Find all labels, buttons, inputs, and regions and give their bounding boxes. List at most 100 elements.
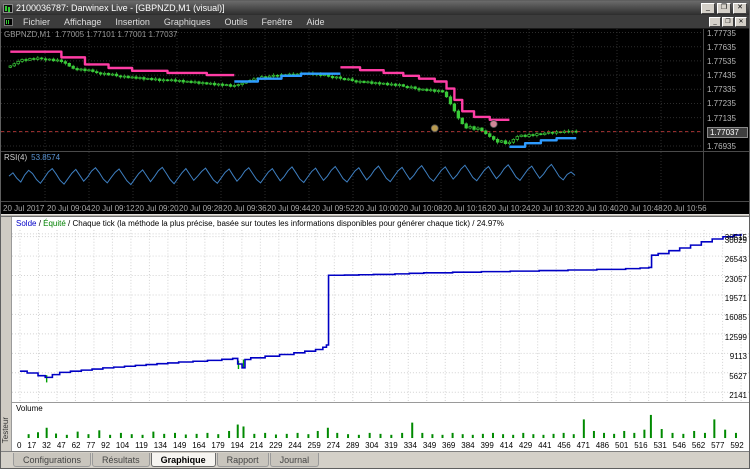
time-label: 20 Jul 10:00 <box>355 204 399 213</box>
menu-items: FichierAffichageInsertionGraphiquesOutil… <box>16 17 332 27</box>
tab-graphique[interactable]: Graphique <box>151 453 216 467</box>
trade-number-label: 289 <box>346 441 359 450</box>
tab-rsultats[interactable]: Résultats <box>92 453 150 467</box>
price-chart-plot[interactable]: GBPNZD,M1 1.77005 1.77101 1.77001 1.7703… <box>1 29 703 151</box>
balance-legend: Solde <box>16 219 36 228</box>
tab-rapport[interactable]: Rapport <box>217 453 269 467</box>
time-label: 20 Jul 09:28 <box>179 204 223 213</box>
trade-number-label: 501 <box>615 441 628 450</box>
trade-number-label: 179 <box>211 441 224 450</box>
trade-number-label: 471 <box>577 441 590 450</box>
time-label: 20 Jul 10:48 <box>619 204 663 213</box>
menu-affichage[interactable]: Affichage <box>57 17 108 27</box>
time-label: 20 Jul 09:36 <box>223 204 267 213</box>
trade-number-label: 562 <box>692 441 705 450</box>
rsi-plot[interactable]: RSI(4)53.8574 <box>1 152 703 201</box>
balance-scale-label: 26543 <box>725 256 747 264</box>
price-scale-label: 1.77735 <box>707 29 736 38</box>
trade-number-label: 62 <box>72 441 81 450</box>
rsi-scale[interactable] <box>703 152 749 201</box>
minimize-button[interactable]: _ <box>701 3 715 14</box>
symbol-ohlc-label: GBPNZD,M1 1.77005 1.77101 1.77001 1.7703… <box>4 30 177 39</box>
separator: / <box>36 219 43 228</box>
rsi-canvas[interactable] <box>1 152 703 202</box>
time-axis[interactable]: 20 Jul 201720 Jul 09:0420 Jul 09:1220 Ju… <box>1 201 749 214</box>
trade-number-label: 229 <box>269 441 282 450</box>
time-label: 20 Jul 10:32 <box>531 204 575 213</box>
trade-number-label: 429 <box>519 441 532 450</box>
volume-canvas <box>12 403 749 439</box>
tab-configurations[interactable]: Configurations <box>13 453 91 467</box>
price-scale-label: 1.77535 <box>707 57 736 66</box>
trade-number-label: 384 <box>461 441 474 450</box>
trade-number-label: 349 <box>423 441 436 450</box>
balance-scale-label: 5627 <box>729 373 747 381</box>
separator: / <box>470 219 477 228</box>
close-button[interactable]: ✕ <box>733 3 747 14</box>
tester-header: Solde / Équité / Chaque tick (la méthode… <box>12 217 749 230</box>
trade-number-label: 516 <box>634 441 647 450</box>
tester-side-strip[interactable]: Testeur <box>1 217 12 451</box>
price-scale-label: 1.76935 <box>707 142 736 151</box>
chart-window-icon[interactable] <box>4 18 13 26</box>
tester-side-label: Testeur <box>1 417 10 443</box>
tab-journal[interactable]: Journal <box>270 453 320 467</box>
price-scale-label: 1.77435 <box>707 71 736 80</box>
time-label: 20 Jul 10:08 <box>399 204 443 213</box>
trade-number-label: 592 <box>730 441 743 450</box>
menu-fichier[interactable]: Fichier <box>16 17 57 27</box>
trade-number-label: 92 <box>101 441 110 450</box>
tester-tabs: ConfigurationsRésultatsGraphiqueRapportJ… <box>1 451 749 468</box>
price-scale-label: 1.77135 <box>707 114 736 123</box>
trade-number-label: 134 <box>154 441 167 450</box>
trade-number-axis: 0173247627792104119134149164179194214229… <box>12 439 749 451</box>
restore-button[interactable]: ❐ <box>717 3 731 14</box>
menu-aide[interactable]: Aide <box>300 17 332 27</box>
balance-scale-label: 16085 <box>725 314 747 322</box>
balance-chart[interactable]: 3051530029265432305719571160851259991135… <box>12 230 749 402</box>
trade-number-label: 47 <box>57 441 66 450</box>
current-price-box: 1.77037 <box>707 127 748 138</box>
model-description: Chaque tick (la méthode la plus précise,… <box>73 219 471 228</box>
time-label: 20 Jul 09:52 <box>311 204 355 213</box>
mdi-minimize-button[interactable]: _ <box>709 17 721 27</box>
window-title: 2100036787: Darwinex Live - [GBPNZD,M1 (… <box>16 3 699 13</box>
mt4-window: 2100036787: Darwinex Live - [GBPNZD,M1 (… <box>0 0 750 469</box>
trade-number-label: 17 <box>27 441 36 450</box>
balance-scale-label: 12599 <box>725 334 747 342</box>
trade-number-label: 164 <box>192 441 205 450</box>
price-scale[interactable]: 1.777351.776351.775351.774351.773351.772… <box>703 29 749 151</box>
trade-number-label: 104 <box>116 441 129 450</box>
tester-content: Solde / Équité / Chaque tick (la méthode… <box>12 217 749 451</box>
menu-graphiques[interactable]: Graphiques <box>157 17 218 27</box>
trade-number-label: 304 <box>365 441 378 450</box>
balance-scale-label: 9113 <box>730 353 747 361</box>
equity-legend: Équité <box>43 219 66 228</box>
menu-fenêtre[interactable]: Fenêtre <box>254 17 299 27</box>
menu-insertion[interactable]: Insertion <box>108 17 157 27</box>
order-marker-1 <box>431 125 438 132</box>
menu-bar: FichierAffichageInsertionGraphiquesOutil… <box>1 15 749 29</box>
trade-number-label: 319 <box>384 441 397 450</box>
trade-number-label: 441 <box>538 441 551 450</box>
tester-panel: Testeur Solde / Équité / Chaque tick (la… <box>1 217 749 451</box>
title-bar[interactable]: 2100036787: Darwinex Live - [GBPNZD,M1 (… <box>1 1 749 15</box>
trade-number-label: 577 <box>711 441 724 450</box>
trade-number-label: 32 <box>42 441 51 450</box>
trade-number-label: 244 <box>288 441 301 450</box>
separator: / <box>66 219 73 228</box>
mdi-close-button[interactable]: ✕ <box>735 17 747 27</box>
balance-canvas[interactable] <box>12 230 749 402</box>
trade-number-label: 531 <box>653 441 666 450</box>
balance-scale-label: 23057 <box>725 276 747 284</box>
trade-number-label: 456 <box>557 441 570 450</box>
mdi-restore-button[interactable]: ❐ <box>722 17 734 27</box>
trade-number-label: 369 <box>442 441 455 450</box>
menu-outils[interactable]: Outils <box>217 17 254 27</box>
candlestick-canvas[interactable] <box>1 29 703 151</box>
trade-number-label: 399 <box>480 441 493 450</box>
trade-number-label: 119 <box>135 441 148 450</box>
balance-scale-label: 2141 <box>729 392 747 400</box>
trade-number-label: 214 <box>250 441 263 450</box>
volume-label: Volume <box>16 404 43 413</box>
